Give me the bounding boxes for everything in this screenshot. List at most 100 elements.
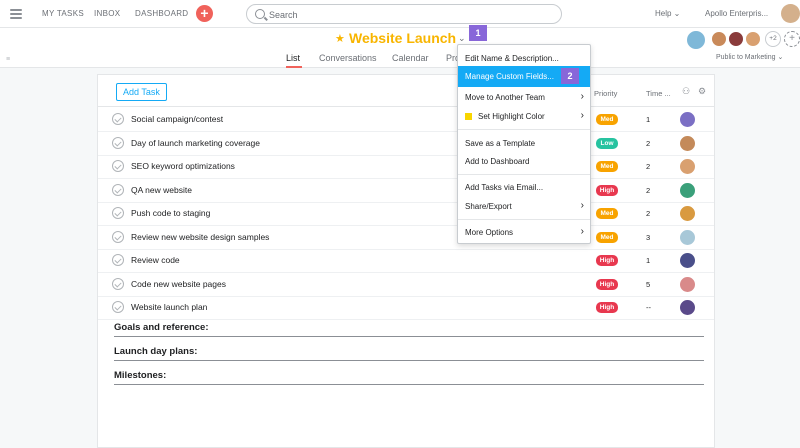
menu-item-move-team[interactable]: Move to Another Team › bbox=[458, 87, 590, 108]
assignee-avatar[interactable] bbox=[680, 182, 695, 198]
priority-badge[interactable]: Low bbox=[596, 137, 618, 149]
task-row[interactable]: SEO keyword optimizations Med 2 bbox=[98, 155, 714, 179]
menu-item-add-dashboard[interactable]: Add to Dashboard bbox=[458, 151, 590, 172]
menu-item-label: Save as a Template bbox=[465, 139, 536, 148]
task-name[interactable]: Social campaign/contest bbox=[131, 114, 223, 124]
task-name[interactable]: QA new website bbox=[131, 185, 192, 195]
section-title[interactable]: Milestones: bbox=[114, 370, 166, 381]
task-name[interactable]: Code new website pages bbox=[131, 279, 226, 289]
column-header-priority[interactable]: Priority bbox=[594, 89, 617, 98]
member-avatar[interactable] bbox=[711, 31, 727, 47]
assignee-avatar[interactable] bbox=[680, 159, 695, 174]
priority-badge[interactable]: High bbox=[596, 302, 618, 313]
time-estimate[interactable]: 2 bbox=[646, 139, 650, 148]
quick-add-button[interactable]: + bbox=[196, 5, 213, 22]
add-task-button[interactable]: Add Task bbox=[116, 83, 167, 101]
organization-switcher[interactable]: Apollo Enterpris... bbox=[705, 9, 768, 18]
priority-badge[interactable]: Med bbox=[596, 208, 618, 219]
task-row[interactable]: Social campaign/contest Med 1 bbox=[98, 108, 714, 132]
assignee-avatar[interactable] bbox=[680, 276, 695, 292]
member-avatar[interactable] bbox=[728, 31, 744, 47]
tab-conversations[interactable]: Conversations bbox=[319, 53, 377, 63]
nav-dashboard[interactable]: DASHBOARD bbox=[135, 9, 188, 18]
priority-badge[interactable]: High bbox=[596, 184, 618, 196]
menu-item-share-export[interactable]: Share/Export › bbox=[458, 196, 590, 217]
task-name[interactable]: Push code to staging bbox=[131, 208, 210, 218]
time-estimate[interactable]: 2 bbox=[646, 209, 650, 218]
hamburger-menu-icon[interactable] bbox=[10, 9, 22, 19]
section-title[interactable]: Launch day plans: bbox=[114, 346, 197, 357]
menu-item-more-options[interactable]: More Options › bbox=[458, 222, 590, 243]
complete-checkbox-icon[interactable] bbox=[112, 254, 124, 266]
task-row[interactable]: QA new website High 2 bbox=[98, 179, 714, 203]
nav-my-tasks[interactable]: MY TASKS bbox=[42, 9, 84, 18]
assignee-avatar[interactable] bbox=[680, 253, 695, 268]
section-title[interactable]: Goals and reference: bbox=[114, 322, 209, 333]
person-icon[interactable]: ⚇ bbox=[682, 86, 690, 97]
time-estimate[interactable]: 1 bbox=[646, 115, 650, 124]
step-badge-1: 1 bbox=[469, 25, 487, 41]
star-icon[interactable]: ★ bbox=[335, 32, 345, 45]
project-title[interactable]: Website Launch bbox=[349, 30, 456, 46]
complete-checkbox-icon[interactable] bbox=[112, 113, 124, 125]
task-name[interactable]: Day of launch marketing coverage bbox=[131, 138, 260, 148]
chevron-down-icon[interactable]: ⌄ bbox=[458, 33, 466, 44]
time-estimate[interactable]: 2 bbox=[646, 162, 650, 171]
chevron-right-icon: › bbox=[580, 226, 584, 237]
priority-badge[interactable]: Med bbox=[596, 114, 618, 125]
time-estimate[interactable]: 3 bbox=[646, 233, 650, 242]
section-launch-day[interactable]: Launch day plans: bbox=[114, 341, 704, 361]
time-estimate[interactable]: 2 bbox=[646, 186, 650, 195]
complete-checkbox-icon[interactable] bbox=[112, 183, 124, 196]
tab-list[interactable]: List bbox=[286, 53, 300, 63]
search-input[interactable] bbox=[269, 8, 549, 21]
task-name[interactable]: Review code bbox=[131, 255, 180, 265]
gear-icon[interactable]: ⚙ bbox=[698, 86, 706, 97]
priority-badge[interactable]: Med bbox=[596, 231, 618, 243]
complete-checkbox-icon[interactable] bbox=[112, 277, 124, 290]
menu-item-highlight-color[interactable]: Set Highlight Color › bbox=[458, 106, 590, 127]
complete-checkbox-icon[interactable] bbox=[112, 301, 124, 313]
task-name[interactable]: Website launch plan bbox=[131, 302, 207, 312]
member-avatar[interactable] bbox=[745, 31, 761, 47]
nav-inbox[interactable]: INBOX bbox=[94, 9, 120, 18]
time-estimate[interactable]: -- bbox=[646, 303, 651, 312]
menu-item-label: Edit Name & Description... bbox=[465, 54, 559, 63]
tab-calendar[interactable]: Calendar bbox=[392, 53, 429, 63]
collapse-sidebar-icon[interactable]: ≡ bbox=[6, 56, 10, 63]
time-estimate[interactable]: 1 bbox=[646, 256, 650, 265]
section-milestones[interactable]: Milestones: bbox=[114, 365, 704, 385]
complete-checkbox-icon[interactable] bbox=[112, 207, 124, 219]
section-goals[interactable]: Goals and reference: bbox=[114, 317, 704, 337]
complete-checkbox-icon[interactable] bbox=[112, 160, 124, 172]
time-estimate[interactable]: 5 bbox=[646, 280, 650, 289]
menu-item-add-via-email[interactable]: Add Tasks via Email... bbox=[458, 177, 590, 198]
assignee-avatar[interactable] bbox=[680, 206, 695, 221]
assignee-avatar[interactable] bbox=[680, 112, 695, 127]
help-menu[interactable]: Help ⌄ bbox=[655, 9, 680, 18]
assignee-avatar[interactable] bbox=[680, 300, 695, 315]
task-row[interactable]: Day of launch marketing coverage Low 2 bbox=[98, 132, 714, 156]
task-name[interactable]: Review new website design samples bbox=[131, 232, 269, 242]
complete-checkbox-icon[interactable] bbox=[112, 136, 124, 149]
search-bar[interactable] bbox=[246, 4, 562, 24]
task-row[interactable]: Push code to staging Med 2 bbox=[98, 202, 714, 226]
assignee-avatar[interactable] bbox=[680, 135, 695, 151]
task-row[interactable]: Review new website design samples Med 3 bbox=[98, 226, 714, 250]
priority-badge[interactable]: High bbox=[596, 278, 618, 290]
user-avatar[interactable] bbox=[781, 4, 800, 23]
task-name[interactable]: SEO keyword optimizations bbox=[131, 161, 235, 171]
assignee-avatar[interactable] bbox=[680, 229, 695, 245]
member-avatar[interactable] bbox=[686, 30, 706, 50]
chevron-right-icon: › bbox=[580, 110, 584, 121]
column-header-time[interactable]: Time ... bbox=[646, 89, 671, 98]
priority-badge[interactable]: High bbox=[596, 255, 618, 266]
privacy-setting[interactable]: Public to Marketing ⌄ bbox=[716, 53, 783, 61]
complete-checkbox-icon[interactable] bbox=[112, 230, 124, 243]
extra-members-count[interactable]: +2 bbox=[765, 31, 781, 47]
list-toolbar: Add Task Priority Time ... ⚇ ⚙ bbox=[98, 75, 714, 107]
task-row[interactable]: Review code High 1 bbox=[98, 249, 714, 273]
priority-badge[interactable]: Med bbox=[596, 161, 618, 172]
task-row[interactable]: Code new website pages High 5 bbox=[98, 273, 714, 297]
add-member-icon[interactable]: + bbox=[784, 31, 800, 47]
